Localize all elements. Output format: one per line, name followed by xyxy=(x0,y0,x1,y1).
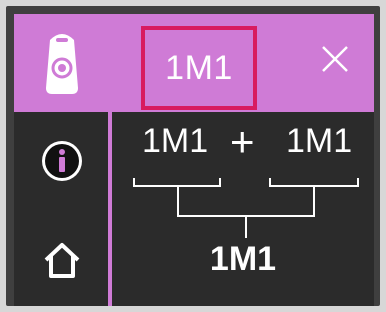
main-panel: 1M1 1M1 + 1M1 1M1 xyxy=(14,14,374,306)
home-icon[interactable] xyxy=(41,240,83,282)
sidebar xyxy=(14,14,108,306)
bracket-lines xyxy=(133,178,359,238)
tab-label: 1M1 xyxy=(165,48,233,87)
result-value: 1M1 xyxy=(209,240,277,278)
device-icon[interactable] xyxy=(40,28,84,98)
equation-area: 1M1 + 1M1 1M1 xyxy=(112,112,374,306)
close-icon[interactable] xyxy=(320,44,350,74)
top-bar: 1M1 xyxy=(112,14,374,112)
info-icon[interactable] xyxy=(39,138,85,184)
selected-tab[interactable]: 1M1 xyxy=(141,26,257,110)
